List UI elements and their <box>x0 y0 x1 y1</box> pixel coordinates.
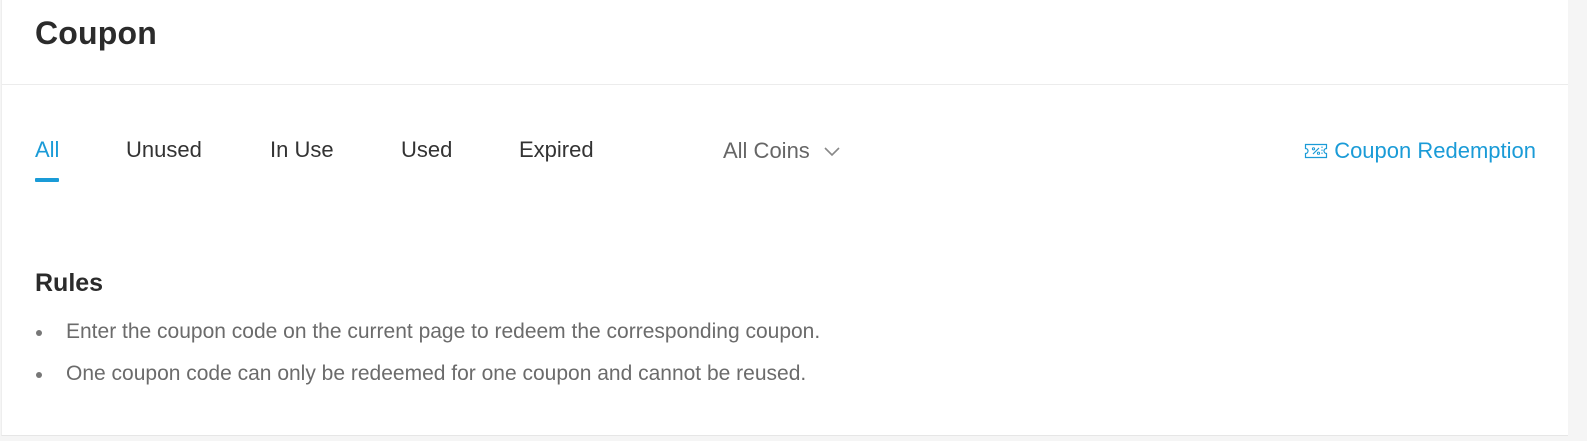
tab-label: Expired <box>519 137 594 162</box>
rule-item: One coupon code can only be redeemed for… <box>35 360 820 388</box>
page-header: Coupon <box>2 0 1568 85</box>
tab-unused[interactable]: Unused <box>126 136 202 183</box>
rule-item: Enter the coupon code on the current pag… <box>35 318 820 346</box>
coupon-panel: Coupon All Unused In Use Used Expired Al… <box>1 0 1568 436</box>
active-tab-indicator <box>35 178 60 182</box>
tab-in-use[interactable]: In Use <box>270 136 334 183</box>
chevron-down-icon <box>824 147 840 157</box>
coin-filter-select[interactable]: All Coins <box>723 136 842 166</box>
tab-expired[interactable]: Expired <box>519 136 594 183</box>
tab-label: All <box>35 137 60 162</box>
coupon-redemption-label: Coupon Redemption <box>1334 138 1536 163</box>
tab-label: Unused <box>126 137 202 162</box>
coupon-redemption-link[interactable]: Coupon Redemption <box>1304 136 1536 166</box>
rule-text: Enter the coupon code on the current pag… <box>66 320 821 343</box>
tab-all[interactable]: All <box>35 136 60 183</box>
coin-filter-value: All Coins <box>723 138 810 163</box>
bullet-dot-icon <box>36 330 42 336</box>
tab-used[interactable]: Used <box>401 136 452 183</box>
rules-list: Enter the coupon code on the current pag… <box>35 318 820 388</box>
bullet-dot-icon <box>36 372 42 378</box>
rules-section: Rules Enter the coupon code on the curre… <box>35 269 820 402</box>
tab-label: In Use <box>270 137 334 162</box>
tab-label: Used <box>401 137 453 162</box>
coupon-ticket-icon <box>1305 143 1328 159</box>
rules-title: Rules <box>35 269 104 297</box>
rule-text: One coupon code can only be redeemed for… <box>66 362 807 385</box>
coupon-toolbar: All Unused In Use Used Expired All Coins <box>2 136 1568 186</box>
page-title: Coupon <box>35 15 158 51</box>
